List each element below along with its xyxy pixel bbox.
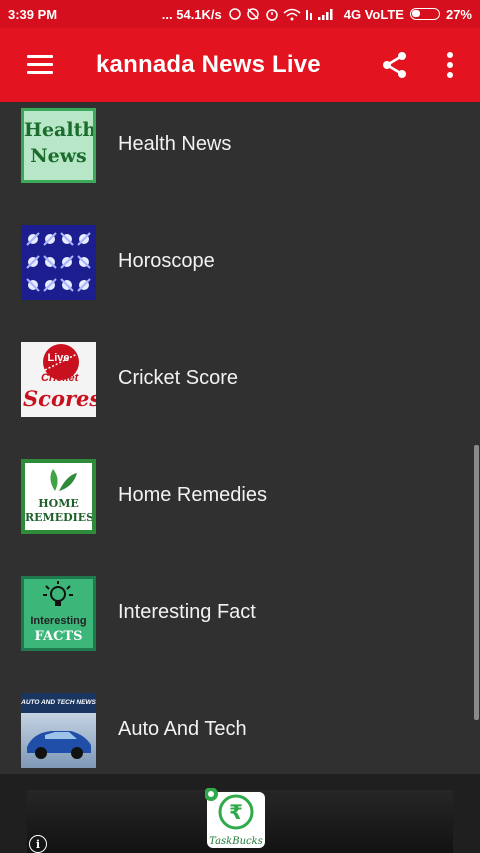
list-item-interesting-fact[interactable]: Interesting FACTS Interesting Fact	[0, 555, 470, 672]
hamburger-menu-icon	[27, 55, 53, 75]
ad-area: i ₹ TaskBucks	[0, 774, 480, 853]
app-title: kannada News Live	[96, 51, 321, 78]
status-bar: 3:39 PM ... 54.1K/s 4G VoLTE 27%	[0, 0, 480, 28]
list-item-label: Cricket Score	[118, 367, 239, 389]
zodiac-signs-icon	[26, 232, 91, 292]
svg-text:₹: ₹	[229, 800, 243, 824]
more-vert-icon	[447, 52, 453, 78]
thumb-text: Health	[24, 119, 96, 141]
status-time: 3:39 PM	[8, 6, 58, 22]
thumb-text: AUTO AND TECH NEWS	[21, 693, 96, 713]
ad-info-icon[interactable]: i	[29, 835, 47, 853]
battery-icon	[409, 8, 440, 20]
cricket-score-thumbnail: Live Cricket Scores	[21, 342, 96, 417]
thumb-text: Interesting	[30, 615, 87, 627]
share-button[interactable]	[372, 28, 418, 102]
menu-button[interactable]	[0, 28, 80, 102]
thumb-text: REMEDIES	[25, 511, 95, 524]
thumb-text: HOME	[38, 497, 79, 510]
list-item-horoscope[interactable]: Horoscope	[0, 204, 470, 321]
list-item-cricket-score[interactable]: Live Cricket Scores Cricket Score	[0, 321, 470, 438]
list-item-label: Auto And Tech	[118, 718, 247, 740]
interesting-fact-thumbnail: Interesting FACTS	[21, 576, 96, 651]
thumb-text: News	[30, 145, 87, 167]
more-options-button[interactable]	[430, 28, 470, 102]
list-scrollbar[interactable]	[474, 445, 479, 720]
thumb-text: FACTS	[34, 629, 83, 644]
thumb-text: Cricket	[41, 372, 79, 384]
network-speed: ... 54.1K/s	[161, 6, 222, 22]
leaf-icon	[50, 469, 77, 491]
status-icons	[229, 8, 333, 21]
thumb-text: Live	[47, 352, 70, 364]
list-item-label: Health News	[118, 133, 232, 155]
thumb-text: Scores	[23, 386, 96, 411]
ad-brand-label: TaskBucks	[209, 836, 263, 847]
list-item-label: Home Remedies	[118, 484, 267, 506]
list-item-auto-and-tech[interactable]: AUTO AND TECH NEWS Auto And Tech	[0, 672, 470, 774]
list-item-health-news[interactable]: Health News Health News	[0, 102, 470, 204]
app-bar: kannada News Live	[0, 28, 480, 102]
battery-percent: 27%	[445, 6, 472, 22]
news-category-list: Health News Health News Horoscope Live C…	[0, 102, 480, 774]
list-item-label: Interesting Fact	[118, 601, 256, 623]
list-item-home-remedies[interactable]: HOME REMEDIES Home Remedies	[0, 438, 470, 555]
lightbulb-icon	[43, 581, 73, 606]
horoscope-thumbnail	[21, 225, 96, 300]
home-remedies-thumbnail: HOME REMEDIES	[21, 459, 96, 534]
car-icon	[27, 731, 91, 759]
network-type: 4G VoLTE	[343, 6, 404, 22]
list-item-label: Horoscope	[118, 250, 215, 272]
share-icon	[383, 52, 406, 78]
auto-and-tech-thumbnail: AUTO AND TECH NEWS	[21, 693, 96, 768]
health-news-thumbnail: Health News	[21, 108, 96, 183]
